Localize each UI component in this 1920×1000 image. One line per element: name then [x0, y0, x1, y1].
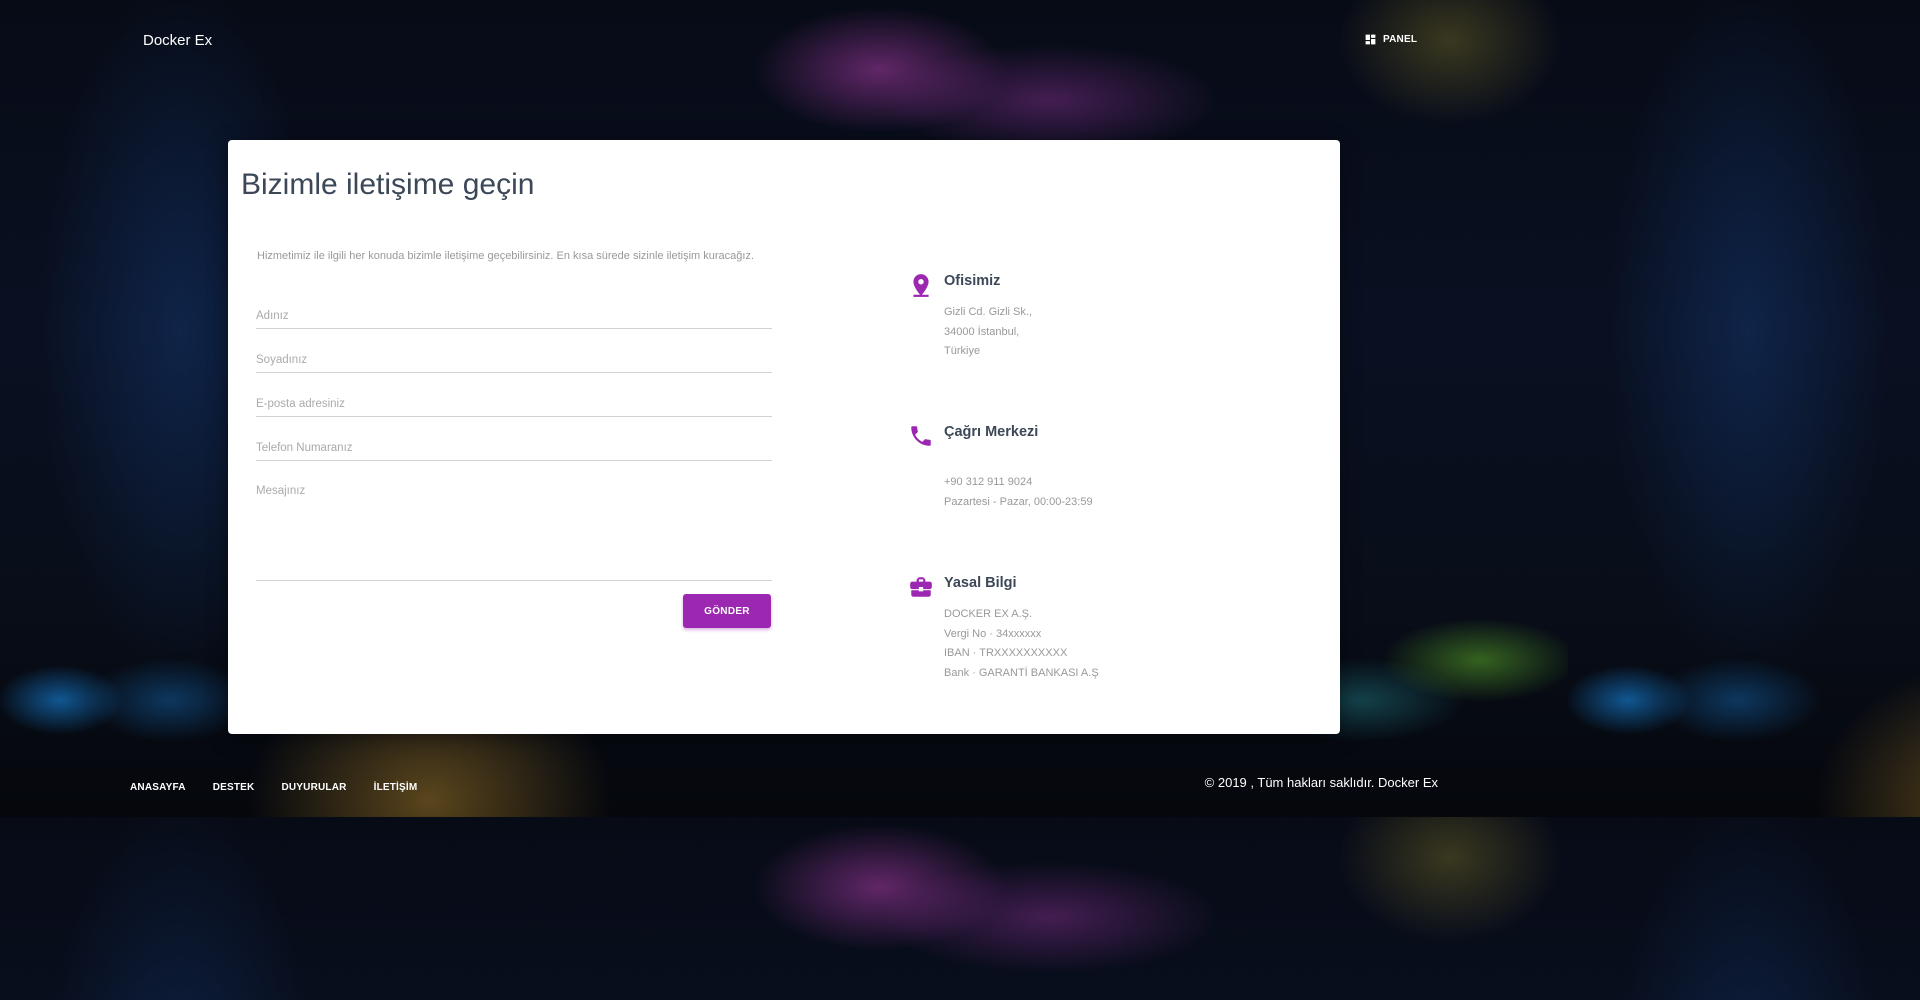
- name-field[interactable]: [256, 309, 772, 329]
- email-field[interactable]: [256, 397, 772, 417]
- legal-details: DOCKER EX A.Ş. Vergi No · 34xxxxxx IBAN …: [944, 605, 1099, 683]
- legal-line: IBAN · TRXXXXXXXXXX: [944, 647, 1068, 660]
- call-center-line: Pazartesi - Pazar, 00:00-23:59: [944, 495, 1093, 508]
- navbar: Docker Ex PANEL: [0, 0, 1568, 80]
- call-center-title: Çağrı Merkezi: [944, 424, 1039, 440]
- briefcase-icon: [910, 577, 932, 597]
- footer-link-contact[interactable]: İLETİŞİM: [374, 782, 418, 793]
- footer-link-announcements[interactable]: DUYURULAR: [281, 782, 346, 793]
- footer-link-support[interactable]: DESTEK: [213, 782, 255, 793]
- message-field[interactable]: [256, 485, 772, 581]
- surname-field[interactable]: [256, 353, 772, 373]
- dashboard-icon: [1365, 34, 1376, 45]
- legal-line: DOCKER EX A.Ş.: [944, 608, 1033, 620]
- legal-title: Yasal Bilgi: [944, 575, 1017, 591]
- legal-line: Vergi No · 34xxxxxx: [944, 627, 1042, 640]
- office-line: Türkiye: [944, 345, 981, 358]
- copyright: © 2019 , Tüm hakları saklıdır. Docker Ex: [1204, 775, 1438, 790]
- page-title: Bizimle iletişime geçin: [241, 168, 535, 201]
- phone-icon: [911, 426, 931, 446]
- call-center-line: +90 312 911 9024: [944, 476, 1033, 488]
- office-line: Gizli Cd. Gizli Sk.,: [944, 306, 1033, 318]
- legal-line: Bank · GARANTİ BANKASI A.Ş: [944, 666, 1099, 679]
- submit-button[interactable]: GÖNDER: [683, 594, 771, 628]
- office-title: Ofisimiz: [944, 273, 1001, 289]
- footer-nav: ANASAYFA DESTEK DUYURULAR İLETİŞİM: [130, 777, 444, 795]
- location-pin-icon: [913, 274, 929, 297]
- office-address: Gizli Cd. Gizli Sk., 34000 İstanbul, Tür…: [944, 303, 1032, 362]
- phone-field[interactable]: [256, 441, 772, 461]
- office-line: 34000 İstanbul,: [944, 325, 1020, 338]
- contact-card: Bizimle iletişime geçin Hizmetimiz ile i…: [228, 140, 1340, 734]
- footer: ANASAYFA DESTEK DUYURULAR İLETİŞİM © 201…: [0, 760, 1568, 817]
- call-center-details: +90 312 911 9024 Pazartesi - Pazar, 00:0…: [944, 473, 1093, 512]
- footer-link-home[interactable]: ANASAYFA: [130, 782, 186, 793]
- panel-link[interactable]: PANEL: [1364, 33, 1417, 46]
- panel-label: PANEL: [1383, 34, 1418, 45]
- contact-intro: Hizmetimiz ile ilgili her konuda bizimle…: [257, 250, 755, 262]
- brand-link[interactable]: Docker Ex: [143, 32, 212, 49]
